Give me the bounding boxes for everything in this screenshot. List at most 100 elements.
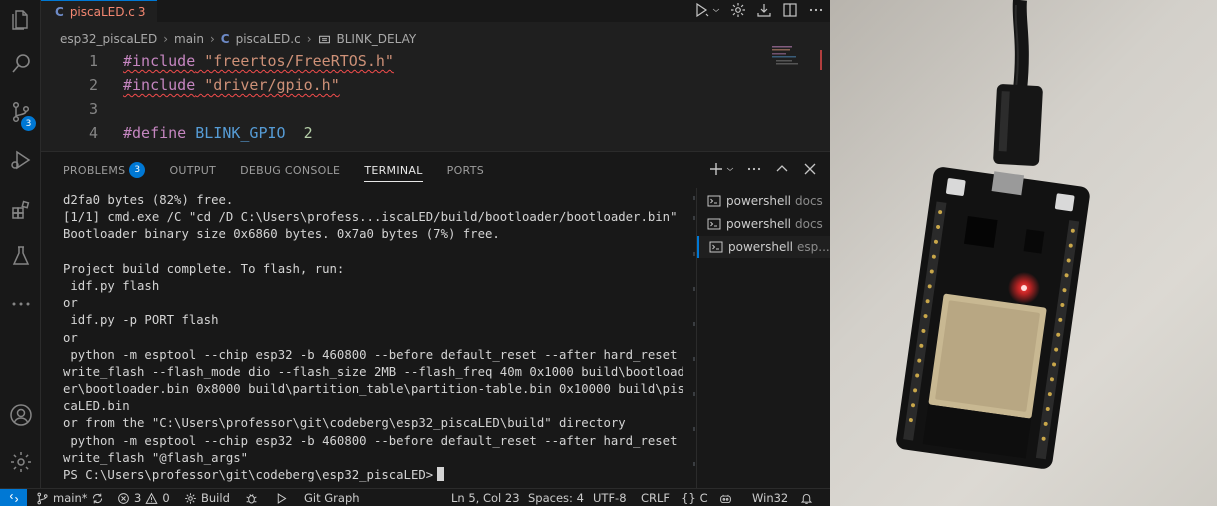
tab-piscaled-c[interactable]: C piscaLED.c 3 [41, 0, 157, 22]
close-icon[interactable] [802, 161, 818, 177]
error-icon [118, 492, 129, 504]
line-number: 3 [88, 100, 98, 118]
preprocessor-keyword: #define [123, 124, 187, 142]
terminal-output[interactable]: d2fa0 bytes (82%) free. [1/1] cmd.exe /C… [63, 192, 683, 488]
play-icon [277, 492, 287, 504]
tab-problems[interactable]: PROBLEMS 3 [63, 152, 146, 188]
explorer-icon[interactable] [0, 0, 41, 40]
code-editor[interactable]: 1 #include "freertos/FreeRTOS.h" 2 #incl… [41, 48, 801, 154]
bell-icon [800, 493, 813, 504]
terminal-cursor [437, 467, 445, 481]
tab-label: PORTS [446, 163, 484, 177]
search-icon[interactable] [0, 44, 41, 84]
run-button[interactable] [275, 489, 288, 506]
more-actions-icon[interactable] [746, 161, 762, 177]
account-icon[interactable] [0, 395, 41, 435]
terminal-line: or [63, 330, 78, 345]
run-dropdown-icon[interactable] [694, 2, 710, 18]
sync-icon[interactable] [91, 492, 104, 505]
tab-terminal[interactable]: TERMINAL [364, 152, 424, 188]
tab-ports[interactable]: PORTS [447, 152, 484, 188]
language-status[interactable]: {} C [681, 489, 708, 506]
scroll-mark [693, 322, 695, 326]
source-control-badge: 3 [21, 116, 36, 131]
remote-icon [9, 493, 18, 503]
more-actions-icon[interactable] [808, 2, 824, 18]
braces-icon: {} [681, 491, 696, 505]
extensions-icon[interactable] [0, 190, 41, 230]
problems-badge: 3 [129, 162, 146, 178]
encoding-label: UTF-8 [593, 491, 627, 505]
chevron-down-icon[interactable] [726, 161, 734, 177]
usb-cable [1012, 0, 1029, 91]
manage-gear-icon[interactable] [0, 442, 41, 482]
copilot-status[interactable] [719, 489, 732, 506]
testing-icon[interactable] [0, 236, 41, 276]
esp32-board [896, 167, 1090, 469]
minimap[interactable] [770, 44, 822, 74]
terminal-session-item[interactable]: powershell esp... [697, 236, 831, 258]
line-code: #include "freertos/FreeRTOS.h" [123, 52, 394, 70]
terminal-prompt: PS C:\Users\professor\git\codeberg\esp32… [63, 468, 434, 482]
scroll-mark [693, 216, 695, 220]
chevron-down-icon[interactable] [712, 2, 720, 18]
tab-label: TERMINAL [364, 163, 423, 177]
maximize-panel-icon[interactable] [774, 161, 790, 177]
cursor-position[interactable]: Ln 5, Col 23 [451, 489, 520, 506]
preprocessor-keyword: #include [123, 76, 196, 94]
source-control-icon[interactable]: 3 [0, 92, 41, 132]
settings-gear-icon[interactable] [730, 2, 746, 18]
platform-status[interactable]: Win32 [752, 489, 788, 506]
terminal-line: python -m esptool --chip esp32 -b 460800… [63, 347, 678, 362]
scroll-mark [693, 252, 695, 256]
tab-problem-count: 3 [137, 4, 146, 19]
terminal-icon [709, 241, 723, 253]
chevron-right-icon: › [306, 32, 312, 46]
eol-status[interactable]: CRLF [641, 489, 670, 506]
breadcrumb-file[interactable]: piscaLED.c [236, 32, 301, 46]
warning-count: 0 [162, 491, 170, 505]
symbol-constant-icon [318, 35, 330, 43]
new-terminal-icon[interactable] [708, 161, 724, 177]
panel-tab-bar: PROBLEMS 3 OUTPUT DEBUG CONSOLE TERMINAL… [41, 152, 830, 188]
scroll-mark [693, 196, 695, 200]
remote-indicator[interactable] [0, 489, 27, 506]
terminal-line: Bootloader binary size 0x6860 bytes. 0x7… [63, 227, 500, 242]
run-debug-icon[interactable] [0, 140, 41, 180]
code-line: 1 #include "freertos/FreeRTOS.h" [41, 52, 741, 76]
macro-value: 2 [285, 124, 313, 142]
breadcrumb: esp32_piscaLED › main › C piscaLED.c › B… [41, 29, 741, 49]
debug-button[interactable] [245, 489, 258, 506]
terminal-icon [707, 195, 721, 207]
terminal-session-item[interactable]: powershell docs [697, 190, 831, 212]
tab-output[interactable]: OUTPUT [169, 152, 216, 188]
status-bar: main* 3 0 Build Git Graph Ln 5, Col 23 S… [0, 488, 830, 506]
notifications-button[interactable] [800, 489, 813, 506]
scroll-mark [693, 392, 695, 396]
branch-status[interactable]: main* [36, 489, 104, 506]
vscode-window: 3 C piscaLED.c 3 esp32_piscaLED › main ›… [0, 0, 831, 506]
scroll-mark [693, 462, 695, 466]
eol-label: CRLF [641, 491, 671, 505]
breadcrumb-folder[interactable]: esp32_piscaLED [60, 32, 157, 46]
tab-debug-console[interactable]: DEBUG CONSOLE [240, 152, 340, 188]
terminal-session-item[interactable]: powershell docs [697, 213, 831, 235]
breadcrumb-symbol[interactable]: BLINK_DELAY [337, 32, 417, 46]
build-button[interactable]: Build [184, 489, 230, 506]
problems-status[interactable]: 3 0 [117, 489, 170, 506]
flash-download-icon[interactable] [756, 2, 772, 18]
split-editor-icon[interactable] [782, 2, 798, 18]
git-graph-button[interactable]: Git Graph [304, 489, 360, 506]
preprocessor-keyword: #include [123, 52, 196, 70]
terminal-session-name: powershell [726, 194, 791, 208]
terminal-line: er\bootloader.bin 0x8000 build\partition… [63, 382, 683, 397]
tab-label: PROBLEMS [63, 163, 126, 177]
terminal-line: write_flash "@flash_args" [63, 450, 249, 465]
terminal-session-name: powershell [726, 217, 791, 231]
bottom-panel: PROBLEMS 3 OUTPUT DEBUG CONSOLE TERMINAL… [41, 151, 831, 488]
encoding-status[interactable]: UTF-8 [593, 489, 627, 506]
terminal-line: python -m esptool --chip esp32 -b 460800… [63, 433, 678, 448]
breadcrumb-subfolder[interactable]: main [174, 32, 204, 46]
indentation-status[interactable]: Spaces: 4 [528, 489, 584, 506]
more-views-icon[interactable] [0, 284, 41, 324]
